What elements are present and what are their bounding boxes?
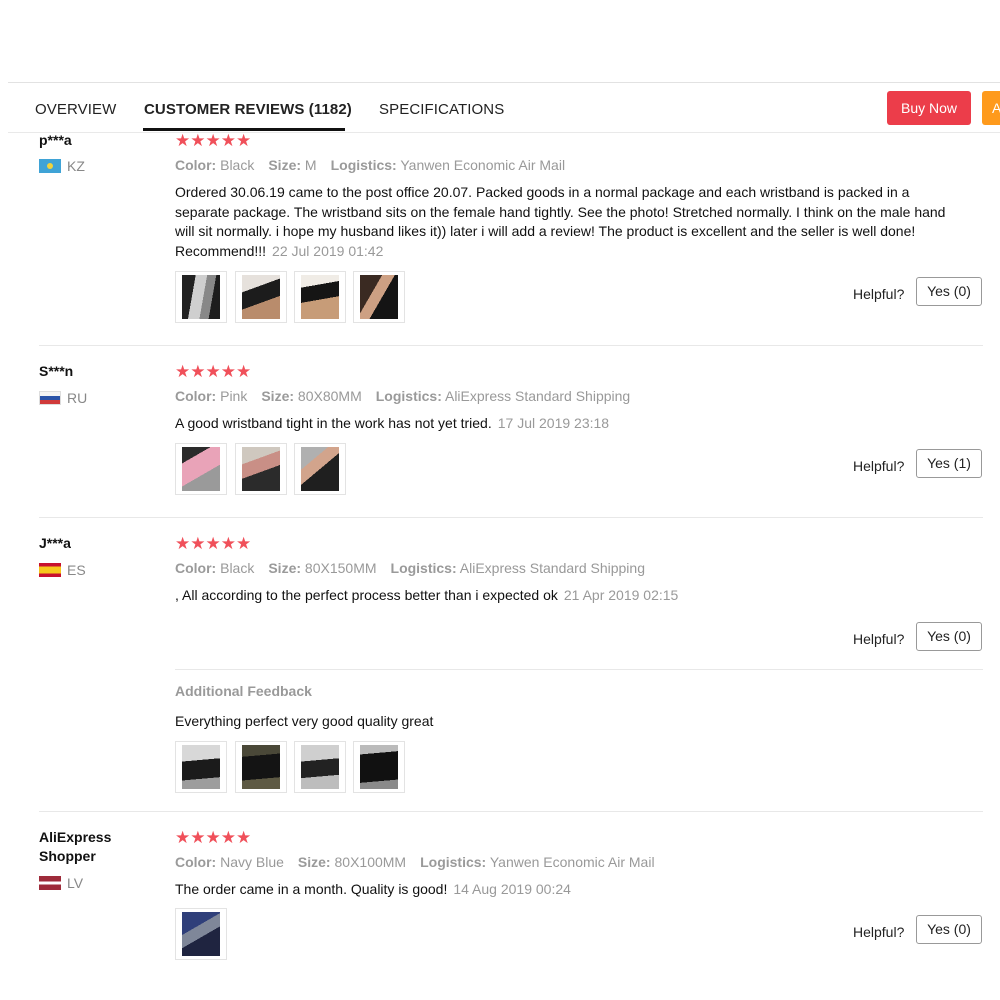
review-divider bbox=[39, 517, 983, 518]
review-attributes: Color: Pink Size: 80X80MM Logistics: AliEx… bbox=[175, 388, 631, 404]
star-rating: ★★★★★ bbox=[175, 362, 252, 381]
review-photo-thumbnail[interactable] bbox=[175, 443, 227, 495]
review-photo-thumbnail[interactable] bbox=[294, 271, 346, 323]
review-photo-thumbnail[interactable] bbox=[353, 271, 405, 323]
review-photo-thumbnail[interactable] bbox=[235, 443, 287, 495]
review-photo-thumbnail[interactable] bbox=[353, 741, 405, 793]
additional-feedback-text: Everything perfect very good quality gre… bbox=[175, 713, 434, 729]
helpful-label: Helpful? bbox=[853, 631, 905, 647]
review-photo-thumbnail[interactable] bbox=[235, 271, 287, 323]
star-rating: ★★★★★ bbox=[175, 534, 252, 553]
review-photo-thumbnail[interactable] bbox=[175, 271, 227, 323]
helpful-yes-button[interactable]: Yes (1) bbox=[916, 449, 982, 478]
additional-feedback-title: Additional Feedback bbox=[175, 683, 312, 699]
review-attributes: Color: Black Size: M Logistics: Yanwen Eco… bbox=[175, 157, 566, 173]
review-text: The order came in a month. Quality is go… bbox=[175, 881, 571, 897]
additional-feedback-divider bbox=[175, 669, 983, 670]
tab-customer-reviews[interactable]: CUSTOMER REVIEWS (1182) bbox=[144, 101, 352, 118]
add-to-cart-button[interactable]: A bbox=[982, 91, 1000, 125]
review-photo-thumbnail[interactable] bbox=[175, 908, 227, 960]
review-attributes: Color: Navy Blue Size: 80X100MM Logistics:… bbox=[175, 854, 655, 870]
reviewer-name: AliExpress Shopper bbox=[39, 829, 112, 864]
review-attributes: Color: Black Size: 80X150MM Logistics: Ali… bbox=[175, 560, 645, 576]
helpful-yes-button[interactable]: Yes (0) bbox=[916, 622, 982, 651]
reviewer-name: J***a bbox=[39, 535, 71, 551]
helpful-yes-button[interactable]: Yes (0) bbox=[916, 915, 982, 944]
review-text: A good wristband tight in the work has n… bbox=[175, 415, 610, 431]
tab-specifications[interactable]: SPECIFICATIONS bbox=[379, 101, 504, 118]
star-rating: ★★★★★ bbox=[175, 131, 252, 150]
tab-overview[interactable]: OVERVIEW bbox=[35, 101, 116, 118]
review-photo-thumbnail[interactable] bbox=[294, 443, 346, 495]
reviewer-country: RU bbox=[39, 390, 87, 406]
review-text: Ordered 30.06.19 came to the post office… bbox=[175, 184, 946, 260]
review-date: 17 Jul 2019 23:18 bbox=[497, 415, 610, 431]
product-tab-bar: OVERVIEW CUSTOMER REVIEWS (1182) SPECIFI… bbox=[8, 82, 1000, 133]
review-photo-thumbnail[interactable] bbox=[294, 741, 346, 793]
review-date: 21 Apr 2019 02:15 bbox=[563, 587, 679, 603]
review-date: 22 Jul 2019 01:42 bbox=[272, 243, 384, 260]
helpful-label: Helpful? bbox=[853, 458, 905, 474]
review-divider bbox=[39, 345, 983, 346]
helpful-label: Helpful? bbox=[853, 924, 905, 940]
es-flag-icon bbox=[39, 563, 61, 577]
reviewer-name: S***n bbox=[39, 363, 74, 379]
review-divider bbox=[39, 811, 983, 812]
helpful-label: Helpful? bbox=[853, 286, 905, 302]
reviewer-country: LV bbox=[39, 875, 83, 891]
review-date: 14 Aug 2019 00:24 bbox=[453, 881, 571, 897]
review-photo-thumbnail[interactable] bbox=[175, 741, 227, 793]
ru-flag-icon bbox=[39, 391, 61, 405]
review-photo-thumbnail[interactable] bbox=[235, 741, 287, 793]
reviewer-country: KZ bbox=[39, 158, 85, 174]
lv-flag-icon bbox=[39, 876, 61, 890]
helpful-yes-button[interactable]: Yes (0) bbox=[916, 277, 982, 306]
review-text: , All according to the perfect process b… bbox=[175, 587, 679, 603]
buy-now-button[interactable]: Buy Now bbox=[887, 91, 971, 125]
reviewer-country: ES bbox=[39, 562, 86, 578]
reviewer-name: p***a bbox=[39, 132, 72, 148]
kz-flag-icon bbox=[39, 159, 61, 173]
star-rating: ★★★★★ bbox=[175, 828, 252, 847]
